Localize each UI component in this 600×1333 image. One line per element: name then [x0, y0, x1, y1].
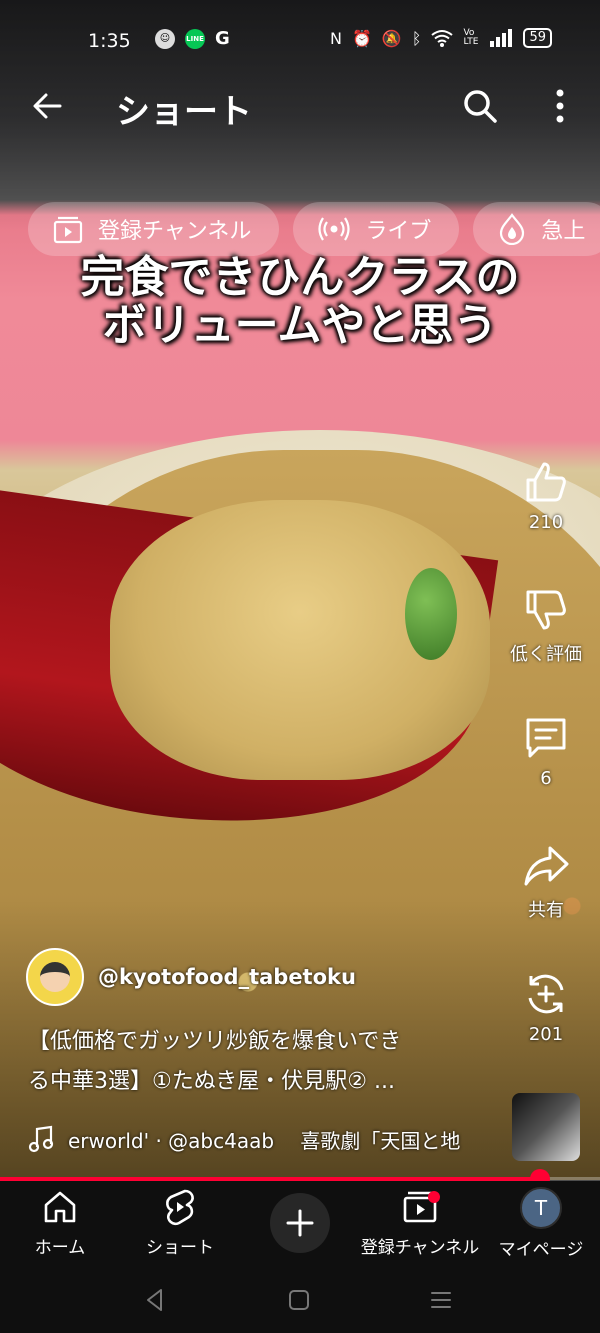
- dislike-label: 低く評価: [510, 644, 582, 665]
- like-count: 210: [528, 512, 564, 533]
- share-icon: [524, 846, 569, 886]
- more-vert-icon[interactable]: [545, 86, 575, 126]
- search-icon[interactable]: [460, 86, 500, 126]
- like-button[interactable]: 210: [500, 458, 592, 533]
- channel-row[interactable]: @kyotofood_tabetoku: [26, 948, 356, 1006]
- chip-subscriptions[interactable]: 登録チャンネル: [28, 202, 280, 256]
- music-row[interactable]: erworld' · @abc4aab 喜歌劇「天国と地: [28, 1122, 498, 1156]
- mute-icon: 🔕: [381, 28, 402, 48]
- bottom-nav: ホーム ショート 登録チャンネル T マイページ: [0, 1181, 600, 1273]
- system-home-icon[interactable]: [284, 1285, 314, 1315]
- status-time: 1:35: [88, 30, 131, 52]
- remix-button[interactable]: 201: [500, 970, 592, 1045]
- nav-subscriptions-label: 登録チャンネル: [360, 1238, 480, 1258]
- thumbs-up-icon: [526, 462, 566, 502]
- nav-subscriptions[interactable]: 登録チャンネル: [360, 1187, 480, 1258]
- notification-dot: [428, 1191, 440, 1203]
- description-line1: 【低価格でガッツリ炒飯を爆食いでき: [28, 1029, 402, 1054]
- shorts-icon: [166, 1189, 194, 1226]
- dislike-button[interactable]: 低く評価: [500, 586, 592, 666]
- music-text: erworld' · @abc4aab 喜歌劇「天国と地: [68, 1128, 461, 1153]
- video-caption-line1: 完食できひんクラスの: [80, 252, 520, 303]
- comment-count: 6: [540, 768, 552, 789]
- video-description[interactable]: 【低価格でガッツリ炒飯を爆食いでき る中華3選】①たぬき屋・伏見駅② ...: [28, 1022, 498, 1102]
- battery-indicator: 59: [523, 28, 552, 48]
- wifi-icon: [431, 30, 454, 47]
- bluetooth-icon: ᛒ: [411, 28, 422, 48]
- thumbs-down-icon: [526, 590, 566, 630]
- remix-count: 201: [528, 1024, 564, 1045]
- sound-thumbnail[interactable]: [512, 1093, 580, 1161]
- trending-icon: [500, 213, 525, 245]
- nfc-icon: N: [330, 28, 342, 48]
- home-icon: [44, 1191, 76, 1223]
- profile-app-icon: ☺: [155, 28, 175, 49]
- green-pea: [405, 568, 457, 660]
- signal-icon: [490, 29, 513, 47]
- nav-shorts[interactable]: ショート: [140, 1187, 220, 1258]
- music-note-icon: [28, 1125, 54, 1153]
- comment-icon: [526, 718, 566, 758]
- nav-home-label: ホーム: [34, 1238, 86, 1258]
- video-caption-line2: ボリュームやと思う: [102, 300, 498, 351]
- channel-handle[interactable]: @kyotofood_tabetoku: [98, 965, 356, 989]
- back-arrow-icon[interactable]: [28, 86, 68, 126]
- chip-trending[interactable]: 急上: [473, 202, 600, 256]
- nav-you-label: マイページ: [498, 1240, 584, 1260]
- page-title: ショート: [116, 92, 252, 132]
- share-button[interactable]: 共有: [500, 842, 592, 922]
- chip-label: ライブ: [365, 219, 432, 244]
- alarm-icon: ⏰: [352, 28, 372, 48]
- status-bar: 1:35 ☺ LINE G N ⏰ 🔕 ᛒ Vo LTE 59: [0, 22, 600, 62]
- system-nav-bar: [0, 1273, 600, 1333]
- subscriptions-icon: [53, 216, 83, 244]
- filter-chips: 登録チャンネル ライブ 急上: [28, 202, 600, 258]
- channel-avatar[interactable]: [26, 948, 84, 1006]
- app-header: ショート: [0, 76, 600, 136]
- volte-icon: Vo LTE: [463, 28, 479, 47]
- create-button[interactable]: [270, 1193, 330, 1253]
- nav-you[interactable]: T マイページ: [496, 1187, 586, 1260]
- line-icon: LINE: [185, 28, 205, 49]
- plus-icon: [286, 1209, 314, 1237]
- system-recents-icon[interactable]: [426, 1285, 456, 1315]
- share-label: 共有: [528, 900, 564, 921]
- description-line2: る中華3選】①たぬき屋・伏見駅② ...: [28, 1069, 395, 1094]
- chip-live[interactable]: ライブ: [293, 202, 460, 256]
- google-icon: G: [215, 28, 230, 49]
- system-back-icon[interactable]: [140, 1285, 170, 1315]
- comments-button[interactable]: 6: [500, 714, 592, 789]
- nav-shorts-label: ショート: [146, 1238, 214, 1258]
- chip-label: 急上: [541, 219, 586, 244]
- nav-home[interactable]: ホーム: [30, 1187, 90, 1258]
- user-avatar: T: [520, 1187, 562, 1229]
- remix-icon: [528, 974, 564, 1014]
- live-icon: [318, 217, 350, 241]
- chip-label: 登録チャンネル: [98, 219, 252, 244]
